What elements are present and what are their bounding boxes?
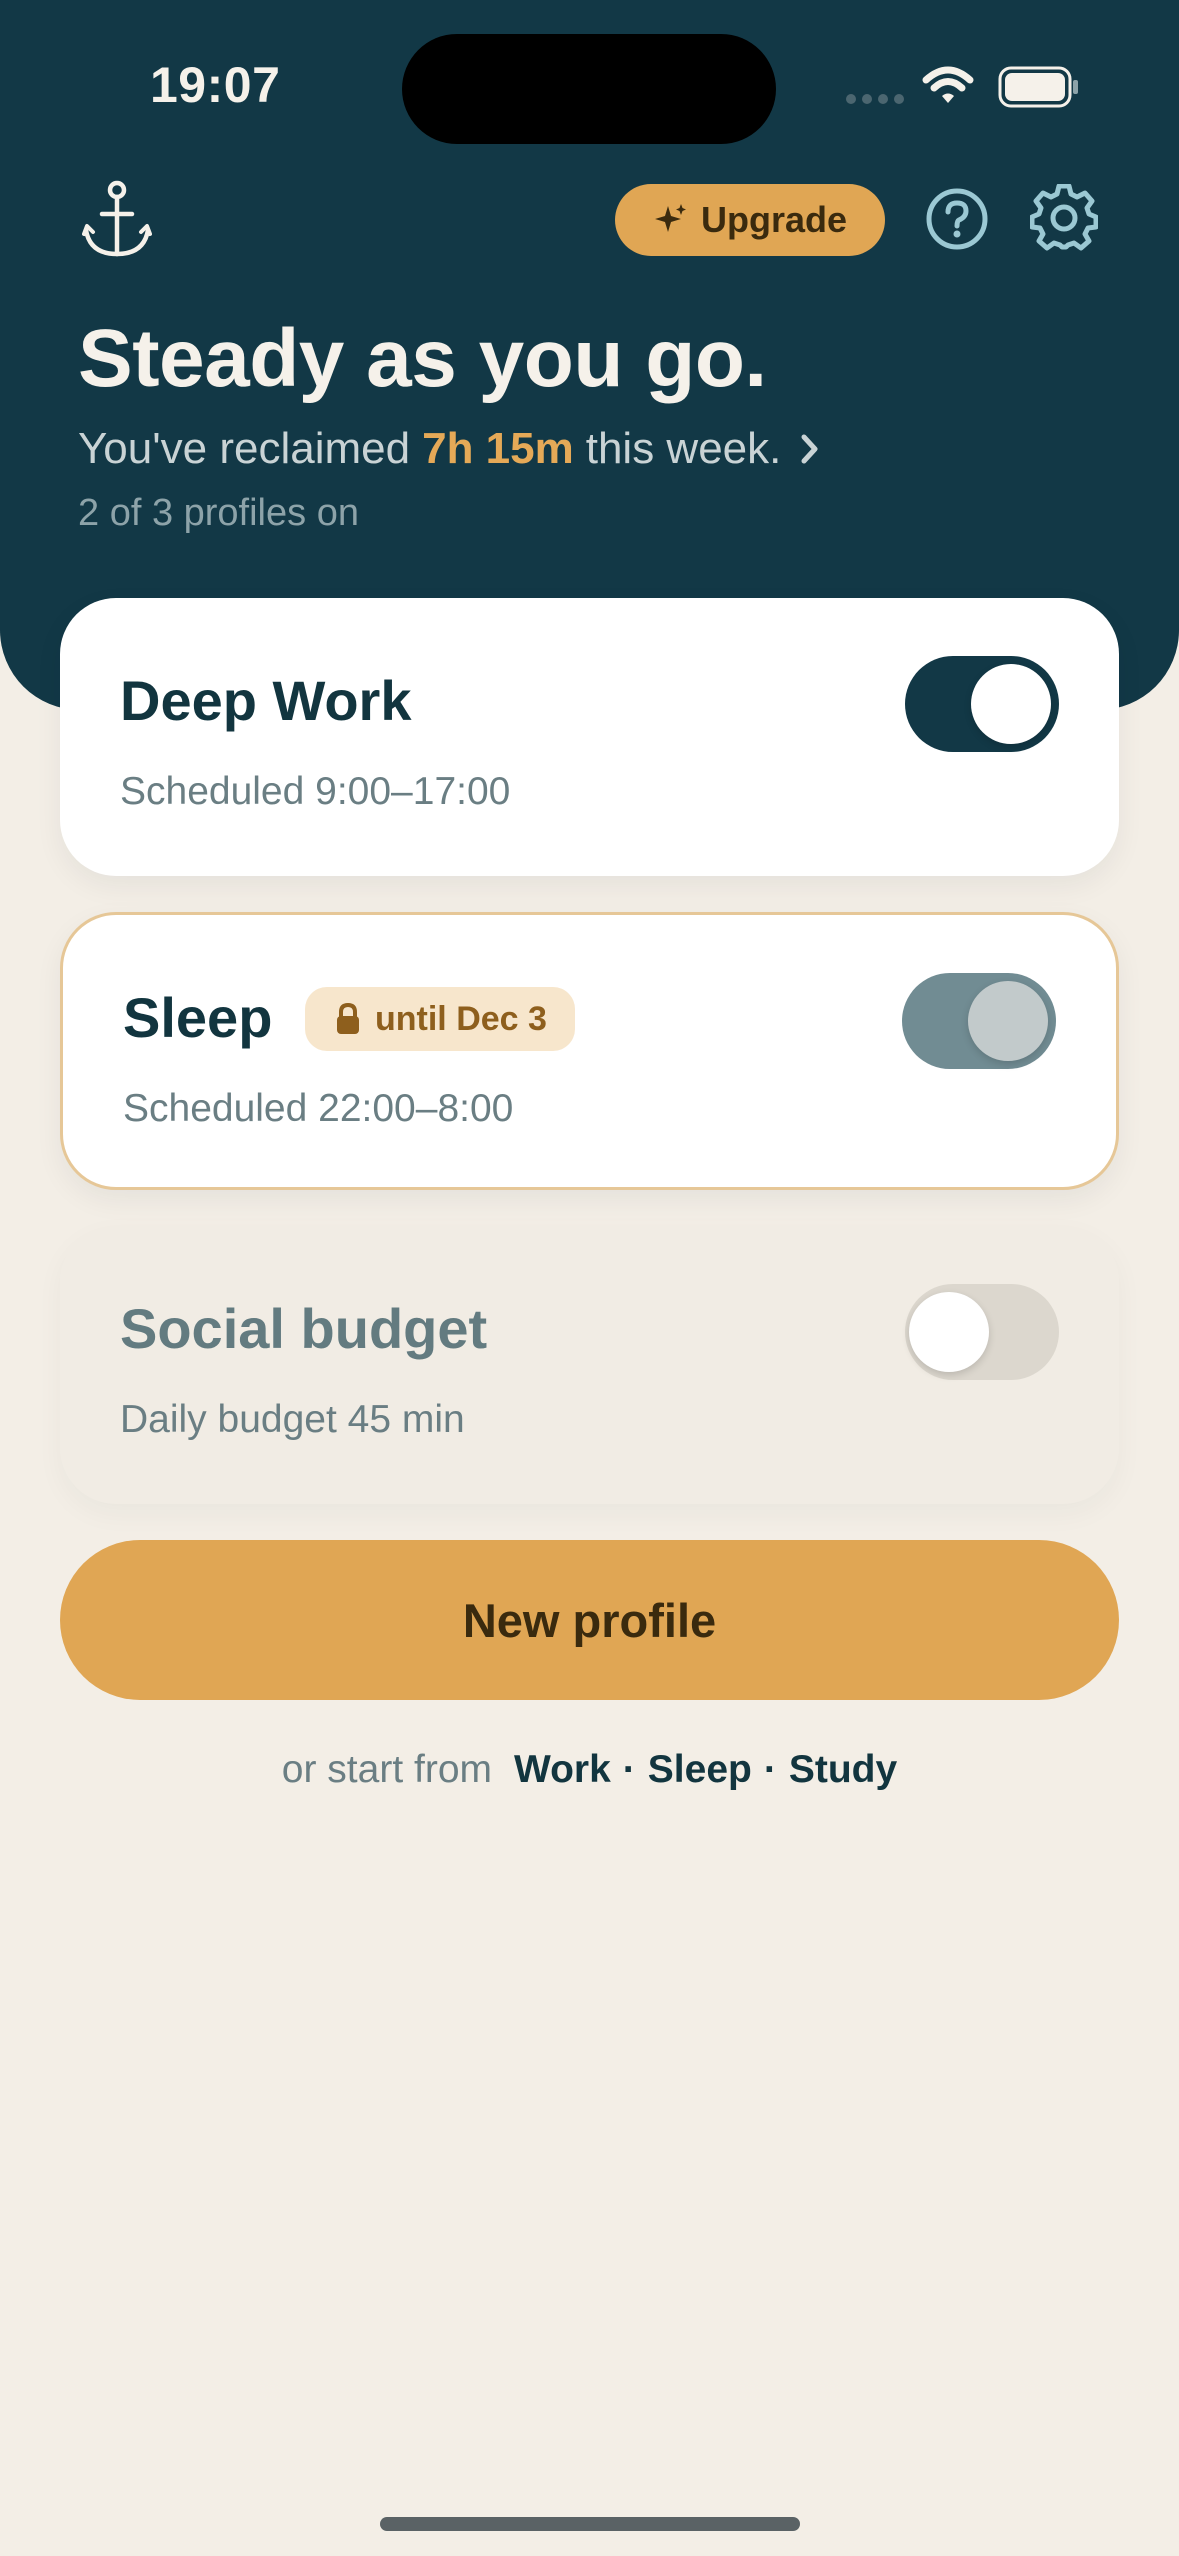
profile-toggle[interactable] xyxy=(905,656,1059,752)
help-circle-icon[interactable] xyxy=(924,186,990,252)
battery-icon xyxy=(998,66,1078,108)
profile-schedule: Scheduled 22:00–8:00 xyxy=(123,1087,514,1130)
dynamic-island xyxy=(402,34,776,144)
toggle-knob xyxy=(909,1292,989,1372)
template-link-study[interactable]: Study xyxy=(789,1748,897,1792)
template-link-work[interactable]: Work xyxy=(514,1748,611,1792)
profile-name: Social budget xyxy=(120,1297,488,1360)
gear-icon[interactable] xyxy=(1030,184,1098,252)
cellular-signal-icon xyxy=(846,94,904,104)
chevron-right-icon xyxy=(801,434,818,464)
sparkle-icon xyxy=(654,204,686,232)
upgrade-label: Upgrade xyxy=(700,199,848,240)
status-time: 19:07 xyxy=(150,57,281,113)
profile-toggle[interactable] xyxy=(905,1284,1059,1380)
upgrade-button[interactable]: Upgrade xyxy=(615,184,885,256)
template-links: or start from Work · Sleep · Study xyxy=(0,1748,1179,1792)
toggle-knob xyxy=(971,664,1051,744)
lock-badge: until Dec 3 xyxy=(305,987,575,1051)
template-separator: · xyxy=(622,1748,636,1791)
toggle-knob xyxy=(968,981,1048,1061)
profile-card-deep-work[interactable]: Deep Work Scheduled 9:00–17:00 xyxy=(60,598,1119,876)
reclaimed-prefix: You've reclaimed xyxy=(78,424,411,473)
profile-name: Sleep xyxy=(123,986,273,1049)
anchor-icon xyxy=(82,180,152,257)
reclaimed-summary-link[interactable]: You've reclaimed 7h 15m this week. xyxy=(78,424,821,474)
template-link-sleep[interactable]: Sleep xyxy=(648,1748,752,1792)
profile-schedule: Scheduled 9:00–17:00 xyxy=(120,770,511,813)
profile-card-sleep[interactable]: Sleep until Dec 3 Scheduled 22:00–8:00 xyxy=(60,912,1119,1190)
home-indicator[interactable] xyxy=(380,2517,800,2531)
lock-icon xyxy=(337,1002,359,1034)
profile-name: Deep Work xyxy=(120,669,412,732)
status-bar: 19:07 xyxy=(0,0,1179,170)
lock-label: until Dec 3 xyxy=(375,999,547,1038)
wifi-icon xyxy=(922,66,974,103)
profile-budget: Daily budget 45 min xyxy=(120,1398,465,1441)
reclaimed-suffix: this week. xyxy=(585,424,782,473)
page-title: Steady as you go. xyxy=(78,313,767,404)
new-profile-button[interactable]: New profile xyxy=(60,1540,1119,1700)
profile-toggle[interactable] xyxy=(902,973,1056,1069)
profiles-on-count: 2 of 3 profiles on xyxy=(78,492,359,534)
profile-card-social-budget[interactable]: Social budget Daily budget 45 min xyxy=(60,1226,1119,1504)
reclaimed-amount: 7h 15m xyxy=(422,424,574,473)
template-lead-text: or start from xyxy=(281,1748,492,1791)
template-separator: · xyxy=(763,1748,777,1791)
